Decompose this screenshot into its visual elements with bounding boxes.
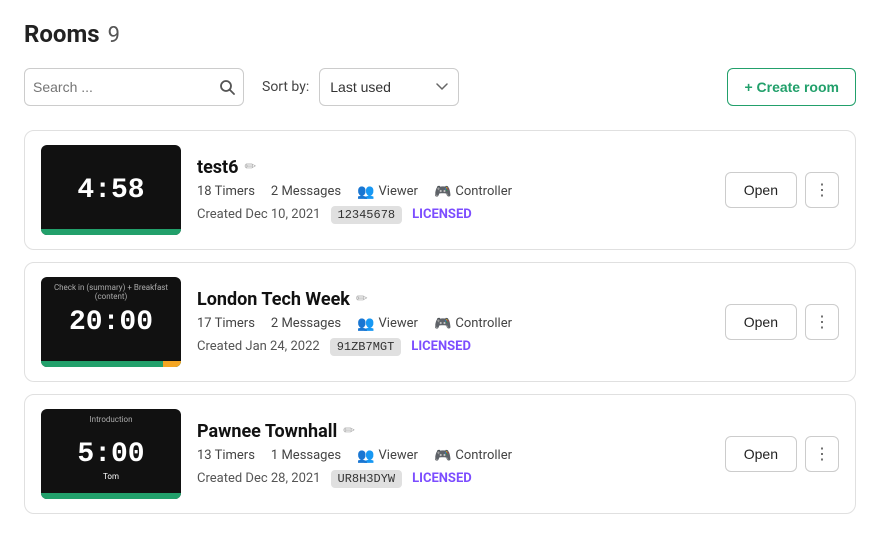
edit-icon[interactable]: ✏ [356,291,368,307]
room-created: Created Jan 24, 2022 [197,339,320,354]
viewer-icon: 👥 [357,448,374,464]
room-code: UR8H3DYW [331,470,403,488]
meta-text: Controller [455,184,512,199]
room-card: 4:58 test6 ✏ 18 Timers 2 Messages 👥 Viewer 🎮 Con… [24,130,856,250]
room-code: 12345678 [331,206,403,224]
more-button[interactable]: ⋮ [805,172,839,208]
page-header: Rooms 9 [24,20,856,48]
thumbnail-bar [41,229,181,235]
viewer-icon: 👥 [357,316,374,332]
meta-text: 17 Timers [197,316,255,331]
licensed-badge: LICENSED [412,207,472,222]
thumbnail-timer: 20:00 [69,307,153,338]
viewer-icon: 👥 [357,184,374,200]
meta-item: 18 Timers [197,184,255,199]
thumbnail-accent-bar [163,361,181,367]
room-name-row: Pawnee Townhall ✏ [197,421,709,442]
open-button[interactable]: Open [725,172,797,208]
meta-text: Viewer [379,184,418,199]
open-button[interactable]: Open [725,304,797,340]
meta-item: 2 Messages [271,184,341,199]
thumbnail-label: Check in (summary) + Breakfast (content) [41,283,181,301]
controller-icon: 🎮 [434,184,451,200]
room-created: Created Dec 28, 2021 [197,471,321,486]
edit-icon[interactable]: ✏ [244,159,256,175]
room-info: Pawnee Townhall ✏ 13 Timers 1 Messages 👥 View… [197,421,709,488]
meta-item: 👥 Viewer [357,316,418,332]
meta-item: 👥 Viewer [357,184,418,200]
thumbnail-label: Introduction [41,415,181,424]
meta-text: 1 Messages [271,448,341,463]
room-details: Created Dec 10, 2021 12345678 LICENSED [197,206,709,224]
open-button[interactable]: Open [725,436,797,472]
page-title: Rooms [24,20,100,48]
room-name: London Tech Week [197,289,350,310]
thumbnail-bar [41,493,181,499]
room-details: Created Dec 28, 2021 UR8H3DYW LICENSED [197,470,709,488]
toolbar: Sort by: Last used Name Created + Create… [24,68,856,106]
meta-text: 13 Timers [197,448,255,463]
room-meta: 13 Timers 1 Messages 👥 Viewer 🎮 Controller [197,448,709,464]
room-thumbnail: Check in (summary) + Breakfast (content)… [41,277,181,367]
meta-text: 2 Messages [271,316,341,331]
search-icon [219,79,235,95]
meta-item: 🎮 Controller [434,448,512,464]
edit-icon[interactable]: ✏ [343,423,355,439]
room-details: Created Jan 24, 2022 91ZB7MGT LICENSED [197,338,709,356]
search-wrapper [24,68,244,106]
room-name-row: test6 ✏ [197,157,709,178]
search-button[interactable] [219,79,235,95]
room-thumbnail: 4:58 [41,145,181,235]
sort-select[interactable]: Last used Name Created [319,68,459,106]
room-card: Check in (summary) + Breakfast (content)… [24,262,856,382]
meta-item: 1 Messages [271,448,341,463]
thumbnail-timer: 5:00 [77,439,144,470]
meta-item: 🎮 Controller [434,316,512,332]
meta-item: 🎮 Controller [434,184,512,200]
thumbnail-bar [41,361,181,367]
sort-label: Sort by: [262,79,309,95]
room-list: 4:58 test6 ✏ 18 Timers 2 Messages 👥 Viewer 🎮 Con… [24,130,856,514]
more-button[interactable]: ⋮ [805,304,839,340]
room-code: 91ZB7MGT [330,338,402,356]
more-button[interactable]: ⋮ [805,436,839,472]
licensed-badge: LICENSED [411,339,471,354]
room-card: Introduction 5:00 Tom Pawnee Townhall ✏ 13 Ti… [24,394,856,514]
meta-text: 2 Messages [271,184,341,199]
meta-text: Controller [455,448,512,463]
room-name: test6 [197,157,238,178]
room-actions: Open⋮ [725,436,839,472]
room-thumbnail: Introduction 5:00 Tom [41,409,181,499]
room-meta: 18 Timers 2 Messages 👥 Viewer 🎮 Controller [197,184,709,200]
create-room-button[interactable]: + Create room [727,68,856,106]
room-created: Created Dec 10, 2021 [197,207,321,222]
room-meta: 17 Timers 2 Messages 👥 Viewer 🎮 Controller [197,316,709,332]
room-actions: Open⋮ [725,304,839,340]
meta-text: 18 Timers [197,184,255,199]
thumbnail-sublabel: Tom [103,472,119,481]
room-name-row: London Tech Week ✏ [197,289,709,310]
room-count: 9 [108,23,120,48]
controller-icon: 🎮 [434,448,451,464]
thumbnail-timer: 4:58 [77,175,144,206]
licensed-badge: LICENSED [412,471,472,486]
room-name: Pawnee Townhall [197,421,337,442]
meta-item: 2 Messages [271,316,341,331]
controller-icon: 🎮 [434,316,451,332]
meta-item: 👥 Viewer [357,448,418,464]
search-input[interactable] [33,79,219,95]
meta-text: Controller [455,316,512,331]
room-actions: Open⋮ [725,172,839,208]
meta-item: 13 Timers [197,448,255,463]
room-info: test6 ✏ 18 Timers 2 Messages 👥 Viewer 🎮 Control… [197,157,709,224]
meta-text: Viewer [379,316,418,331]
meta-item: 17 Timers [197,316,255,331]
meta-text: Viewer [379,448,418,463]
room-info: London Tech Week ✏ 17 Timers 2 Messages 👥 Vie… [197,289,709,356]
